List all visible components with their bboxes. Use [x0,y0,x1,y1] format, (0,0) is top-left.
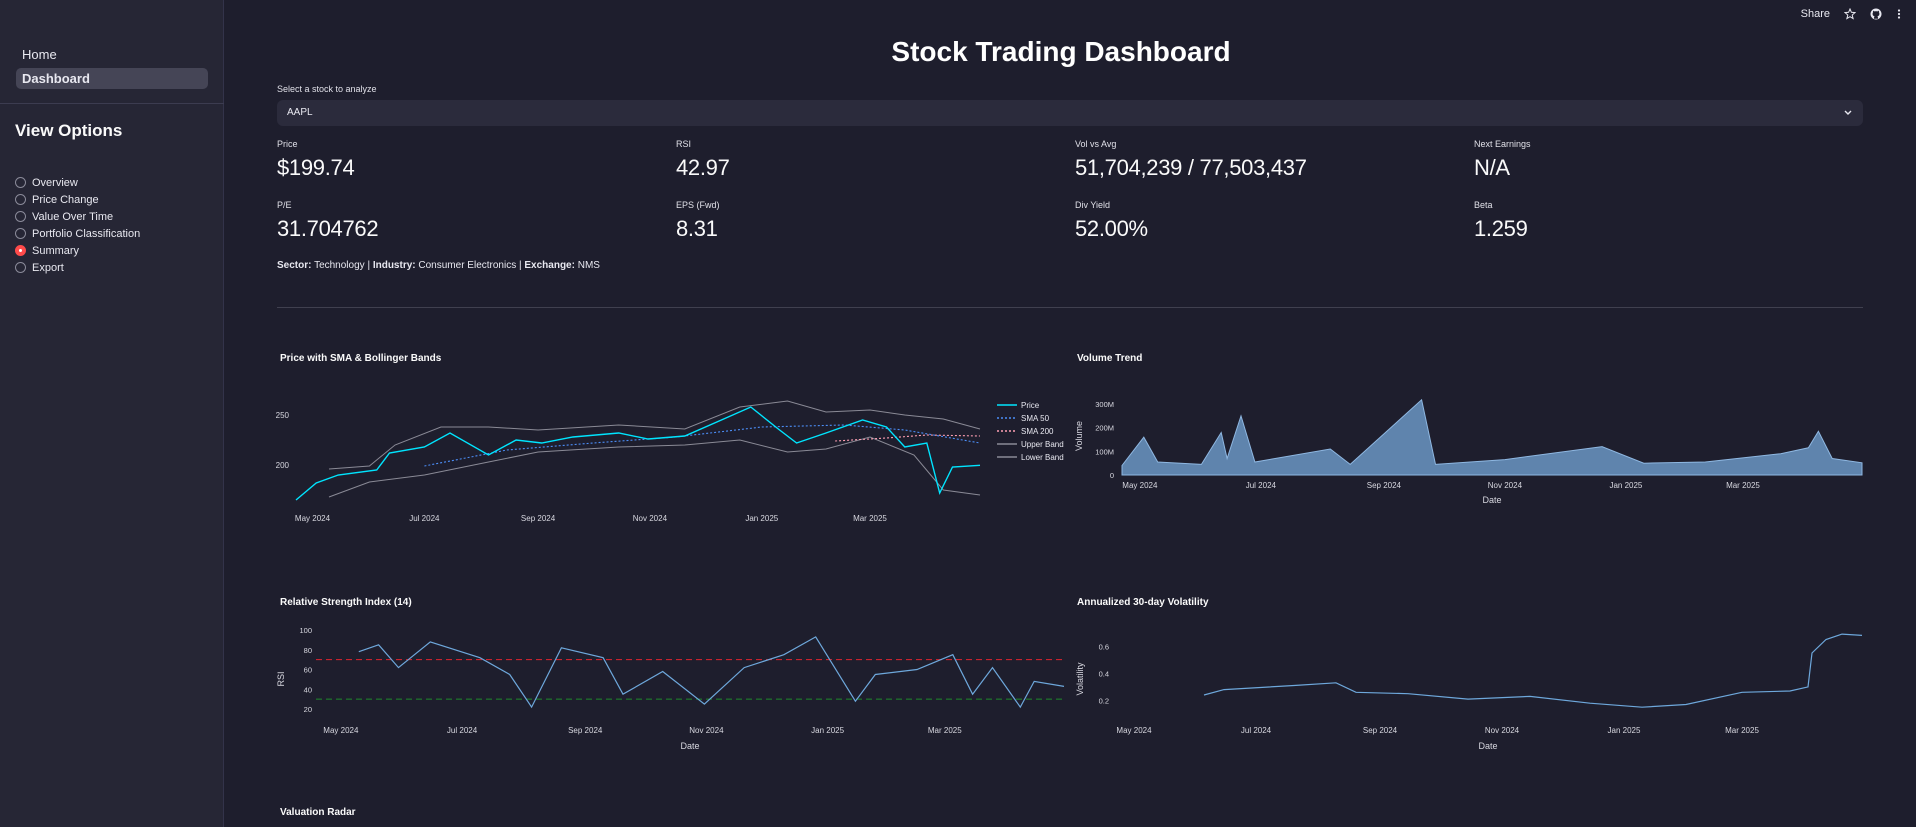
y-tick-label: 300M [1095,400,1114,409]
y-axis-label: Volatility [1075,662,1085,696]
y-axis-label: Volume [1074,421,1084,451]
x-tick-label: Nov 2024 [633,514,668,523]
y-tick-label: 100 [299,626,312,635]
x-tick-label: Jul 2024 [409,514,440,523]
series-line-price [295,406,981,501]
legend-label: Upper Band [1021,440,1064,449]
price-bollinger-chart: 200250May 2024 Jul 2024 Sep 2024 Nov 2024 Ja… [276,398,1863,751]
y-tick-label: 40 [304,685,312,694]
y-tick-label: 0.2 [1099,696,1109,705]
volume-area [1121,398,1863,476]
x-tick-label: Sep 2024 [568,726,603,735]
x-tick-label: Jul 2024 [1246,481,1277,490]
x-tick-label: Mar 2025 [1725,726,1759,735]
x-tick-label: May 2024 [1122,481,1158,490]
legend-label: Lower Band [1021,453,1064,462]
x-axis-label: Date [1482,495,1501,505]
y-tick-label: 0.6 [1099,642,1109,651]
x-tick-label: Mar 2025 [1726,481,1760,490]
y-tick-label: 20 [304,705,312,714]
y-tick-label: 0 [1110,471,1114,480]
legend-label: SMA 50 [1021,414,1050,423]
y-tick-label: 100M [1095,447,1114,456]
series-line-sma-200 [835,434,981,442]
x-tick-label: Jul 2024 [1241,726,1272,735]
legend-label: SMA 200 [1021,427,1054,436]
x-tick-label: May 2024 [323,726,359,735]
y-tick-label: 250 [276,411,290,420]
x-axis-label: Date [1478,741,1497,751]
x-axis-label: Date [680,741,699,751]
x-tick-label: Nov 2024 [1485,726,1520,735]
legend-label: Price [1021,401,1040,410]
x-tick-label: Mar 2025 [853,514,887,523]
x-tick-label: May 2024 [295,514,331,523]
x-tick-label: Sep 2024 [1363,726,1398,735]
y-tick-label: 0.4 [1099,669,1109,678]
y-tick-label: 80 [304,646,312,655]
x-tick-label: Sep 2024 [521,514,556,523]
x-tick-label: Jan 2025 [1608,726,1641,735]
series-line-sma-50 [424,424,981,467]
x-tick-label: Jul 2024 [447,726,478,735]
y-axis-label: RSI [276,671,286,686]
x-tick-label: Nov 2024 [689,726,724,735]
x-tick-label: Jan 2025 [1609,481,1642,490]
y-tick-label: 60 [304,666,312,675]
y-tick-label: 200 [276,461,290,470]
volatility-line [1203,633,1863,708]
x-tick-label: Mar 2025 [928,726,962,735]
x-tick-label: May 2024 [1116,726,1152,735]
x-tick-label: Jan 2025 [811,726,844,735]
series-line-upper-band [328,400,981,470]
x-tick-label: Sep 2024 [1367,481,1402,490]
y-tick-label: 200M [1095,424,1114,433]
x-tick-label: Jan 2025 [745,514,778,523]
x-tick-label: Nov 2024 [1488,481,1523,490]
rsi-line [358,636,1065,709]
